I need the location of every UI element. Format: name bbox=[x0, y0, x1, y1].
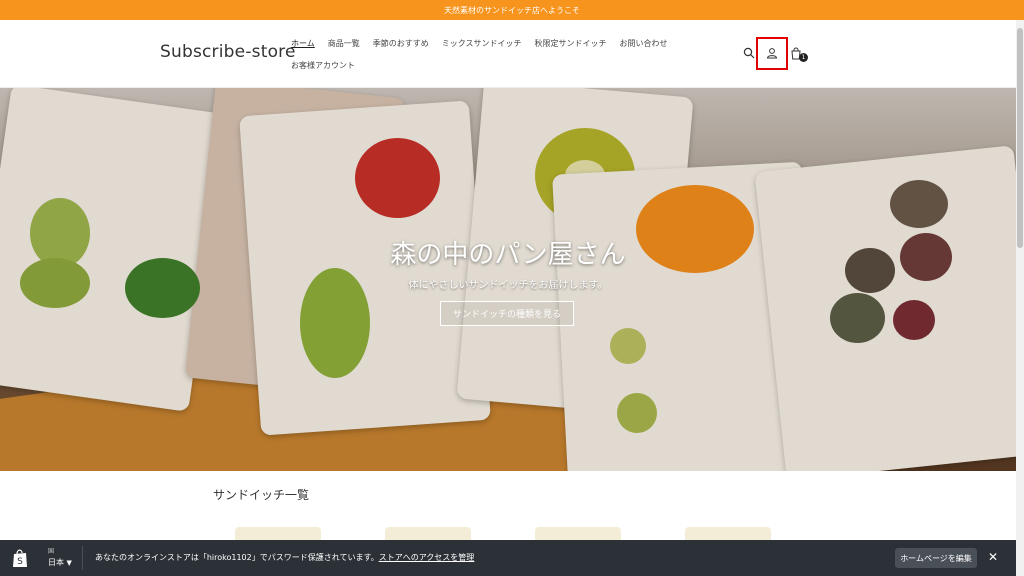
search-icon[interactable] bbox=[740, 44, 758, 62]
scrollbar-thumb[interactable] bbox=[1017, 28, 1023, 248]
password-protection-message: あなたのオンラインストアは「hiroko1102」でパスワード保護されています。… bbox=[95, 552, 474, 563]
site-header: Subscribe-store ホーム 商品一覧 季節のおすすめ ミックスサンド… bbox=[0, 20, 1024, 88]
divider bbox=[82, 546, 83, 570]
shopify-admin-bar: S 国 日本 ▼ あなたのオンラインストアは「hiroko1102」でパスワード… bbox=[0, 540, 1016, 576]
country-selector[interactable]: 日本 ▼ bbox=[48, 557, 72, 568]
shopify-bag-icon: S bbox=[11, 548, 29, 568]
nav-autumn-sandwich[interactable]: 秋限定サンドイッチ bbox=[535, 38, 607, 49]
nav-contact[interactable]: お問い合わせ bbox=[620, 38, 668, 49]
cart-icon[interactable]: 1 bbox=[787, 44, 808, 62]
country-label: 国 bbox=[48, 548, 55, 555]
main-nav: ホーム 商品一覧 季節のおすすめ ミックスサンドイッチ 秋限定サンドイッチ お問… bbox=[291, 32, 691, 76]
message-text: あなたのオンラインストアは「hiroko1102」でパスワード保護されています。 bbox=[95, 553, 379, 562]
edit-homepage-button[interactable]: ホームページを編集 bbox=[895, 548, 977, 568]
nav-mixed-sandwich[interactable]: ミックスサンドイッチ bbox=[442, 38, 522, 49]
store-logo[interactable]: Subscribe-store bbox=[160, 42, 296, 62]
sandwich-list-heading: サンドイッチ一覧 bbox=[213, 488, 310, 502]
nav-home[interactable]: ホーム bbox=[291, 38, 315, 49]
caret-down-icon: ▼ bbox=[66, 559, 72, 567]
announcement-bar: 天然素材のサンドイッチ店へようこそ bbox=[0, 0, 1024, 20]
cart-count-badge: 1 bbox=[799, 53, 808, 62]
announcement-text: 天然素材のサンドイッチ店へようこそ bbox=[444, 5, 580, 15]
hero-cta-button[interactable]: サンドイッチの種類を見る bbox=[440, 301, 574, 326]
nav-customer-account[interactable]: お客様アカウント bbox=[291, 60, 355, 71]
nav-seasonal[interactable]: 季節のおすすめ bbox=[373, 38, 429, 49]
account-icon[interactable] bbox=[763, 44, 781, 62]
hero-banner: 森の中のパン屋さん 体にやさしいサンドイッチをお届けします。 サンドイッチの種類… bbox=[0, 88, 1016, 471]
manage-access-link[interactable]: ストアへのアクセスを管理 bbox=[379, 553, 475, 562]
hero-title: 森の中のパン屋さん bbox=[390, 240, 626, 270]
country-value: 日本 bbox=[48, 558, 64, 567]
svg-text:S: S bbox=[17, 557, 23, 567]
hero-subtitle: 体にやさしいサンドイッチをお届けします。 bbox=[408, 280, 608, 291]
close-icon[interactable]: ✕ bbox=[986, 550, 1000, 564]
nav-products[interactable]: 商品一覧 bbox=[328, 38, 360, 49]
